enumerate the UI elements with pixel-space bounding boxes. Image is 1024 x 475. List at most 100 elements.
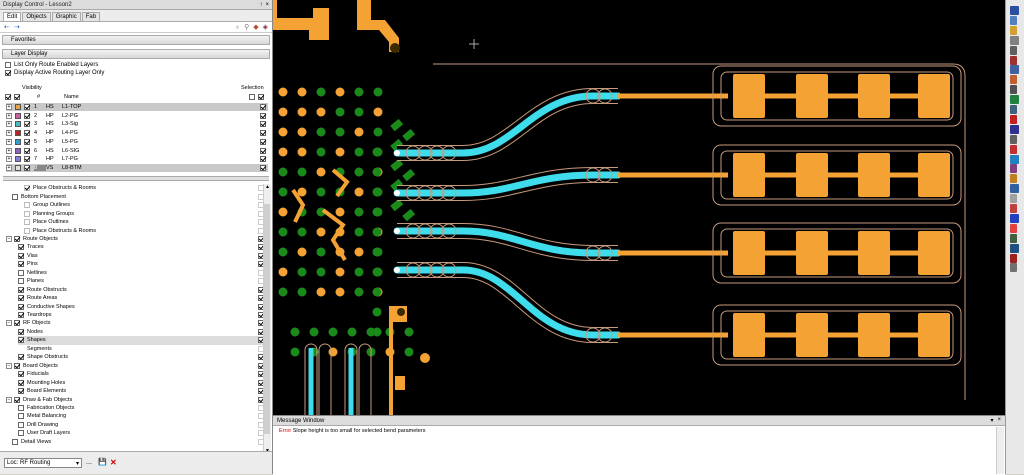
toolbar-tool-icon[interactable]	[1010, 25, 1017, 35]
tree-item[interactable]: Route Obstructs	[18, 285, 264, 294]
tree-item-checkbox[interactable]	[24, 202, 30, 209]
tree-item[interactable]: Planes	[18, 277, 264, 286]
toolbar-tool-icon[interactable]	[1010, 263, 1017, 273]
selection-all-checkbox[interactable]	[249, 94, 255, 100]
toolbar-tool-icon[interactable]	[1010, 75, 1017, 85]
bulb-icon[interactable]: ♁	[235, 24, 240, 31]
toolbar-tool-icon[interactable]	[1010, 6, 1019, 15]
layer-row[interactable]: +7 HP L7-PG	[6, 155, 268, 163]
toolbar-tool-icon[interactable]	[1010, 124, 1019, 134]
tree-item-checkbox[interactable]	[18, 328, 24, 335]
layer-visibility-checkbox[interactable]	[24, 112, 30, 119]
scheme-icon[interactable]: ◈	[263, 23, 268, 31]
pin-icon[interactable]: ↑	[259, 2, 262, 8]
tree-item[interactable]: Place Outlines	[24, 218, 264, 227]
tree-item-checkbox[interactable]	[18, 252, 24, 259]
pcb-canvas[interactable]	[273, 0, 1005, 415]
layer-visibility-checkbox[interactable]	[24, 104, 30, 110]
tree-item-checkbox[interactable]	[18, 354, 24, 361]
tree-scrollbar[interactable]: ▲ ▼	[263, 184, 271, 454]
layer-color-swatch[interactable]	[15, 130, 21, 137]
tree-item[interactable]: − Draw & Fab Objects	[6, 395, 264, 404]
toolbar-tool-icon[interactable]	[1010, 174, 1017, 184]
tree-item[interactable]: Place Obstructs & Rooms	[24, 184, 264, 193]
tree-item[interactable]: Traces	[18, 243, 264, 252]
collapse-icon[interactable]: −	[6, 362, 12, 369]
layer-visibility-checkbox[interactable]	[24, 121, 30, 128]
layer-visibility-checkbox[interactable]	[24, 164, 30, 171]
tree-item[interactable]: Teardrops	[18, 311, 264, 320]
toolbar-tool-icon[interactable]	[1010, 114, 1017, 124]
layer-row[interactable]: +1 HS L1-TOP	[6, 103, 268, 111]
toolbar-tool-icon[interactable]	[1010, 213, 1019, 223]
tree-item[interactable]: Nodes	[18, 328, 264, 337]
forward-icon[interactable]: ⇢	[14, 23, 20, 31]
toolbar-tool-icon[interactable]	[1010, 223, 1017, 233]
layer-selection-checkbox[interactable]	[260, 121, 266, 128]
tab-graphic[interactable]: Graphic	[51, 12, 81, 21]
layer-color-swatch[interactable]	[15, 112, 21, 119]
collapse-icon[interactable]: −	[6, 320, 12, 327]
layer-option-checkbox[interactable]	[5, 70, 11, 76]
tree-item-checkbox[interactable]	[18, 413, 24, 420]
expand-icon[interactable]: +	[6, 156, 12, 163]
visibility-all-checkbox[interactable]	[5, 94, 11, 100]
toolbar-tool-icon[interactable]	[1010, 243, 1019, 253]
tree-item[interactable]: Fabrication Objects	[18, 404, 264, 413]
layer-row[interactable]: +8 VS L8-BTM	[6, 163, 268, 172]
tab-fab[interactable]: Fab	[81, 12, 101, 21]
tree-item-checkbox[interactable]	[18, 371, 24, 378]
tree-item[interactable]: Board Elements	[18, 387, 264, 396]
toolbar-tool-icon[interactable]	[1010, 194, 1017, 204]
scheme-select[interactable]: Loc: RF Routing ▾	[4, 458, 82, 468]
layer-color-swatch[interactable]	[15, 104, 21, 110]
layer-selection-checkbox[interactable]	[260, 147, 266, 154]
toolbar-tool-icon[interactable]	[1010, 35, 1019, 45]
layer-selection-checkbox[interactable]	[260, 130, 266, 137]
scroll-up-icon[interactable]: ▲	[265, 184, 270, 190]
layer-selection-checkbox[interactable]	[260, 138, 266, 145]
toolbar-tool-icon[interactable]	[1010, 95, 1019, 105]
pin-icon[interactable]: ▾	[990, 417, 993, 424]
toolbar-tool-icon[interactable]	[1010, 144, 1017, 154]
tree-item[interactable]: Metal Balancing	[18, 412, 264, 421]
tree-item-checkbox[interactable]	[18, 430, 24, 437]
layer-selection-checkbox[interactable]	[260, 164, 266, 171]
layer-row[interactable]: +3 HS L3-Sig	[6, 120, 268, 128]
layer-selection-checkbox[interactable]	[260, 156, 266, 163]
layer-color-swatch[interactable]	[15, 164, 21, 171]
tree-item-checkbox[interactable]	[14, 320, 20, 327]
tree-item[interactable]: Planning Groups	[24, 209, 264, 218]
tree-item[interactable]: Mounting Holes	[18, 378, 264, 387]
tree-item-checkbox[interactable]	[14, 396, 20, 403]
tree-item-checkbox[interactable]	[18, 404, 24, 411]
tree-item-checkbox[interactable]	[24, 210, 30, 217]
tree-item[interactable]: Bottom Placement	[12, 192, 264, 201]
tab-edit[interactable]: Edit	[3, 12, 22, 21]
back-icon[interactable]: ⇠	[4, 23, 10, 31]
layer-selection-checkbox[interactable]	[260, 104, 266, 110]
layer-option-row[interactable]: Display Active Routing Layer Only	[0, 69, 272, 77]
toolbar-tool-icon[interactable]	[1010, 65, 1019, 75]
expand-icon[interactable]: +	[6, 164, 12, 171]
save-icon[interactable]: 💾	[98, 458, 107, 466]
expand-icon[interactable]: +	[6, 112, 12, 119]
tree-item[interactable]: Segments	[18, 345, 264, 354]
toolbar-tool-icon[interactable]	[1010, 253, 1017, 263]
toolbar-tool-icon[interactable]	[1010, 45, 1017, 55]
layer-option-checkbox[interactable]	[5, 62, 11, 68]
expand-icon[interactable]: +	[6, 138, 12, 145]
layer-color-swatch[interactable]	[15, 138, 21, 145]
splitter[interactable]	[3, 176, 269, 181]
tree-item[interactable]: User Draft Layers	[18, 429, 264, 438]
tree-item[interactable]: Pins	[18, 260, 264, 269]
layer-row[interactable]: +2 HP L2-PG	[6, 112, 268, 120]
tree-item-checkbox[interactable]	[18, 244, 24, 251]
tree-item-checkbox[interactable]	[12, 438, 18, 445]
toolbar-tool-icon[interactable]	[1010, 134, 1017, 144]
tree-item-checkbox[interactable]	[24, 185, 30, 192]
tree-item-checkbox[interactable]	[14, 235, 20, 242]
tree-item-checkbox[interactable]	[18, 286, 24, 293]
filter-icon[interactable]: ⚲	[244, 23, 249, 31]
layer-visibility-checkbox[interactable]	[24, 156, 30, 163]
